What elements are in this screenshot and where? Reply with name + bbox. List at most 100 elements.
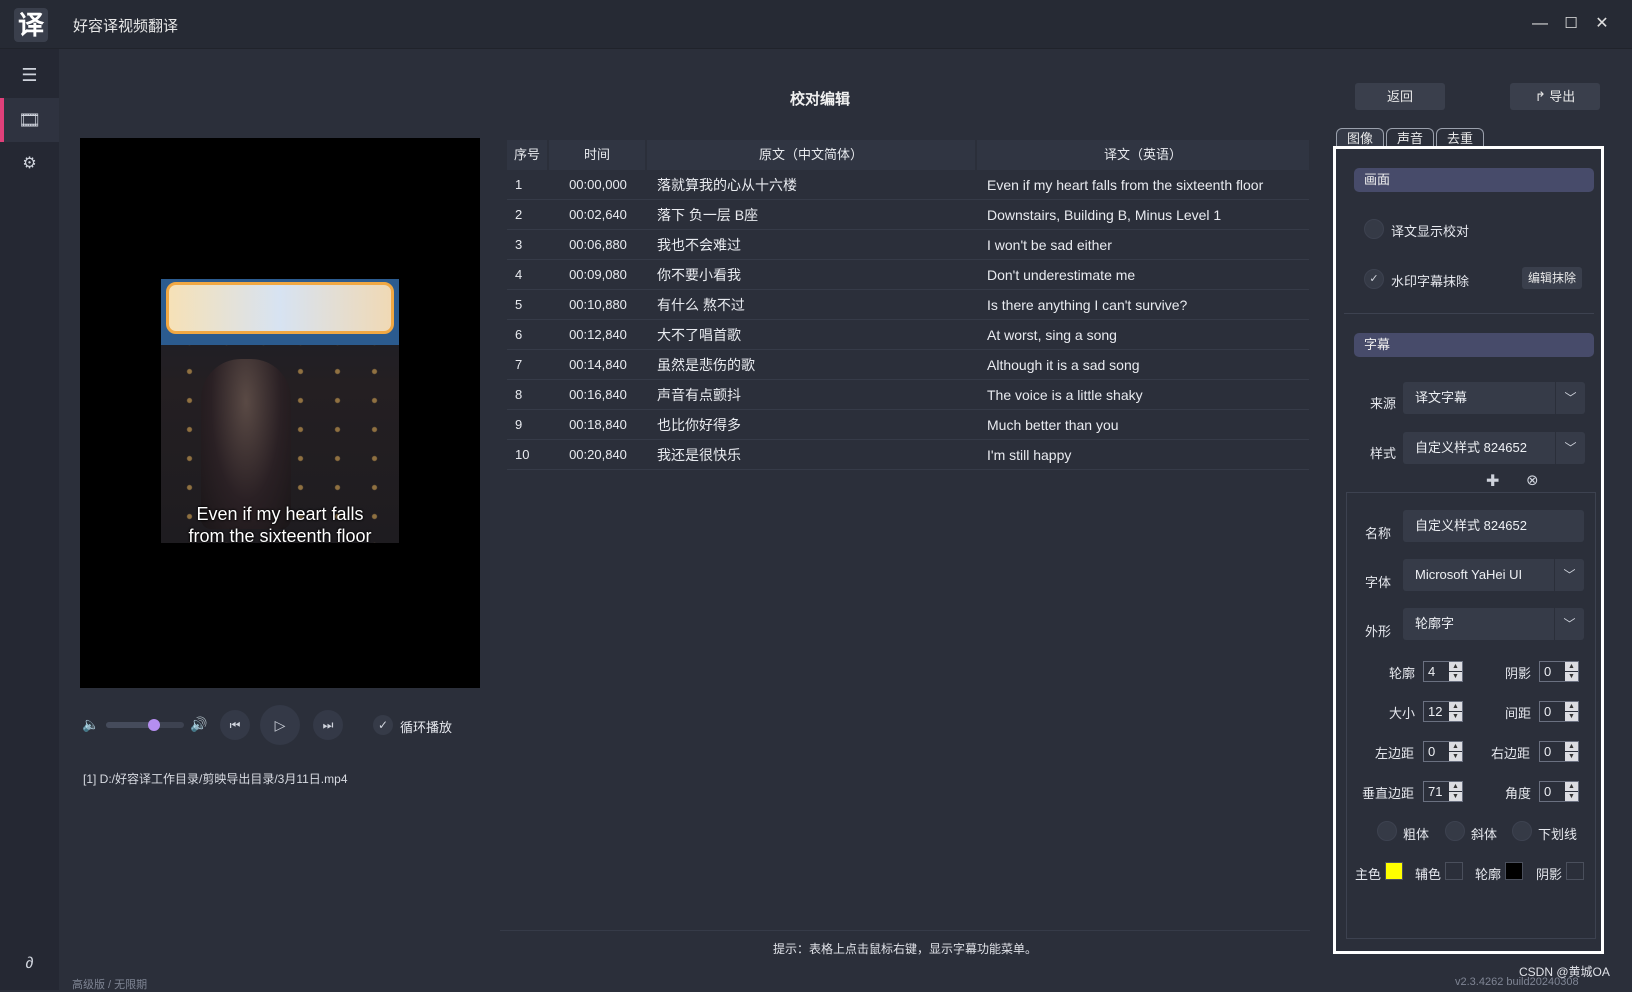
- outline-spinbox[interactable]: 4 ▲ ▼: [1423, 661, 1463, 682]
- film-icon[interactable]: 🎞: [0, 98, 59, 142]
- table-row[interactable]: 2 00:02,640 落下 负一层 B座 Downstairs, Building …: [507, 200, 1309, 230]
- cell-time[interactable]: 00:20,840: [549, 440, 647, 469]
- table-row[interactable]: 8 00:16,840 声音有点颤抖 The voice is a little sh…: [507, 380, 1309, 410]
- left-margin-spinbox[interactable]: 0 ▲ ▼: [1423, 741, 1463, 762]
- name-input[interactable]: 自定义样式 824652: [1403, 510, 1584, 542]
- volume-knob[interactable]: [148, 719, 161, 731]
- cell-translation[interactable]: Even if my heart falls from the sixteent…: [977, 170, 1309, 199]
- source-select[interactable]: 译文字幕 ﹀: [1403, 382, 1585, 414]
- table-row[interactable]: 6 00:12,840 大不了唱首歌 At worst, sing a song: [507, 320, 1309, 350]
- volume-low-icon[interactable]: 🔈: [82, 716, 99, 733]
- video-preview[interactable]: Even if my heart falls from the sixteent…: [80, 138, 480, 688]
- style-select[interactable]: 自定义样式 824652 ﹀: [1403, 432, 1585, 464]
- volume-high-icon[interactable]: 🔊: [190, 716, 207, 733]
- table-row[interactable]: 9 00:18,840 也比你好得多 Much better than you: [507, 410, 1309, 440]
- maximize-button[interactable]: ☐: [1559, 12, 1583, 36]
- cell-time[interactable]: 00:14,840: [549, 350, 647, 379]
- secondary-color-swatch[interactable]: [1445, 862, 1463, 880]
- cell-source[interactable]: 我还是很快乐: [647, 440, 977, 469]
- cell-index[interactable]: 7: [507, 350, 549, 379]
- cell-index[interactable]: 5: [507, 290, 549, 319]
- cell-source[interactable]: 我也不会难过: [647, 230, 977, 259]
- cell-time[interactable]: 00:00,000: [549, 170, 647, 199]
- cell-index[interactable]: 6: [507, 320, 549, 349]
- cell-index[interactable]: 10: [507, 440, 549, 469]
- col-time[interactable]: 时间: [549, 140, 647, 170]
- export-button[interactable]: ↱ 导出: [1510, 83, 1600, 110]
- cell-time[interactable]: 00:02,640: [549, 200, 647, 229]
- angle-spinbox[interactable]: 0 ▲ ▼: [1539, 781, 1579, 802]
- minimize-button[interactable]: —: [1528, 12, 1552, 36]
- play-icon[interactable]: ▷: [260, 705, 300, 745]
- col-index[interactable]: 序号: [507, 140, 549, 170]
- cell-index[interactable]: 3: [507, 230, 549, 259]
- cell-translation[interactable]: Much better than you: [977, 410, 1309, 439]
- delete-style-icon[interactable]: ⊗: [1526, 471, 1539, 489]
- vertical-margin-spinbox[interactable]: 71 ▲ ▼: [1423, 781, 1463, 802]
- cell-translation[interactable]: Don't underestimate me: [977, 260, 1309, 289]
- cell-translation[interactable]: At worst, sing a song: [977, 320, 1309, 349]
- outline-color-swatch[interactable]: [1505, 862, 1523, 880]
- cell-index[interactable]: 8: [507, 380, 549, 409]
- cell-index[interactable]: 9: [507, 410, 549, 439]
- bold-checkbox[interactable]: [1377, 821, 1397, 841]
- cell-translation[interactable]: Downstairs, Building B, Minus Level 1: [977, 200, 1309, 229]
- cell-translation[interactable]: Although it is a sad song: [977, 350, 1309, 379]
- italic-checkbox[interactable]: [1445, 821, 1465, 841]
- cell-time[interactable]: 00:06,880: [549, 230, 647, 259]
- cell-source[interactable]: 落下 负一层 B座: [647, 200, 977, 229]
- tab-dedupe[interactable]: 去重: [1436, 128, 1484, 147]
- tab-audio[interactable]: 声音: [1386, 128, 1434, 147]
- edit-remove-button[interactable]: 编辑抹除: [1522, 267, 1583, 289]
- cell-index[interactable]: 4: [507, 260, 549, 289]
- theme-toggle-icon[interactable]: ∂: [0, 942, 59, 986]
- next-icon[interactable]: ⏭: [313, 710, 343, 740]
- cell-time[interactable]: 00:16,840: [549, 380, 647, 409]
- cell-source[interactable]: 大不了唱首歌: [647, 320, 977, 349]
- cell-translation[interactable]: The voice is a little shaky: [977, 380, 1309, 409]
- cell-source[interactable]: 有什么 熬不过: [647, 290, 977, 319]
- cell-time[interactable]: 00:12,840: [549, 320, 647, 349]
- cell-time[interactable]: 00:10,880: [549, 290, 647, 319]
- cell-source[interactable]: 虽然是悲伤的歌: [647, 350, 977, 379]
- table-row[interactable]: 3 00:06,880 我也不会难过 I won't be sad either: [507, 230, 1309, 260]
- loop-checkbox[interactable]: ✓: [373, 715, 393, 735]
- shadow-spinbox[interactable]: 0 ▲ ▼: [1539, 661, 1579, 682]
- cell-translation[interactable]: Is there anything I can't survive?: [977, 290, 1309, 319]
- cell-index[interactable]: 2: [507, 200, 549, 229]
- tab-image[interactable]: 图像: [1336, 128, 1384, 147]
- watermark-remove-checkbox[interactable]: ✓: [1364, 269, 1384, 289]
- previous-icon[interactable]: ⏮: [220, 710, 250, 740]
- col-source[interactable]: 原文（中文简体）: [647, 140, 977, 170]
- cell-translation[interactable]: I'm still happy: [977, 440, 1309, 469]
- cell-index[interactable]: 1: [507, 170, 549, 199]
- right-margin-spinbox[interactable]: 0 ▲ ▼: [1539, 741, 1579, 762]
- show-proof-checkbox[interactable]: [1364, 219, 1384, 239]
- table-row[interactable]: 5 00:10,880 有什么 熬不过 Is there anything I can…: [507, 290, 1309, 320]
- cell-source[interactable]: 声音有点颤抖: [647, 380, 977, 409]
- table-row[interactable]: 10 00:20,840 我还是很快乐 I'm still happy: [507, 440, 1309, 470]
- table-row[interactable]: 4 00:09,080 你不要小看我 Don't underestimate me: [507, 260, 1309, 290]
- volume-slider[interactable]: [106, 719, 184, 731]
- underline-checkbox[interactable]: [1512, 821, 1532, 841]
- spacing-spinbox[interactable]: 0 ▲ ▼: [1539, 701, 1579, 722]
- cell-time[interactable]: 00:09,080: [549, 260, 647, 289]
- size-spinbox[interactable]: 12 ▲ ▼: [1423, 701, 1463, 722]
- menu-icon[interactable]: ☰: [0, 53, 59, 97]
- shadow-color-swatch[interactable]: [1566, 862, 1584, 880]
- cell-source[interactable]: 落就算我的心从十六楼: [647, 170, 977, 199]
- font-select[interactable]: Microsoft YaHei UI ﹀: [1403, 559, 1584, 591]
- close-button[interactable]: ✕: [1590, 12, 1614, 36]
- cell-source[interactable]: 也比你好得多: [647, 410, 977, 439]
- table-row[interactable]: 1 00:00,000 落就算我的心从十六楼 Even if my heart fal…: [507, 170, 1309, 200]
- primary-color-swatch[interactable]: [1385, 862, 1403, 880]
- add-style-icon[interactable]: ✚: [1486, 471, 1499, 491]
- cell-source[interactable]: 你不要小看我: [647, 260, 977, 289]
- back-button[interactable]: 返回: [1355, 83, 1445, 110]
- cell-time[interactable]: 00:18,840: [549, 410, 647, 439]
- table-row[interactable]: 7 00:14,840 虽然是悲伤的歌 Although it is a sad so…: [507, 350, 1309, 380]
- cell-translation[interactable]: I won't be sad either: [977, 230, 1309, 259]
- gear-icon[interactable]: ⚙: [0, 142, 59, 186]
- shape-select[interactable]: 轮廓字 ﹀: [1403, 608, 1584, 640]
- col-translation[interactable]: 译文（英语）: [977, 140, 1309, 170]
